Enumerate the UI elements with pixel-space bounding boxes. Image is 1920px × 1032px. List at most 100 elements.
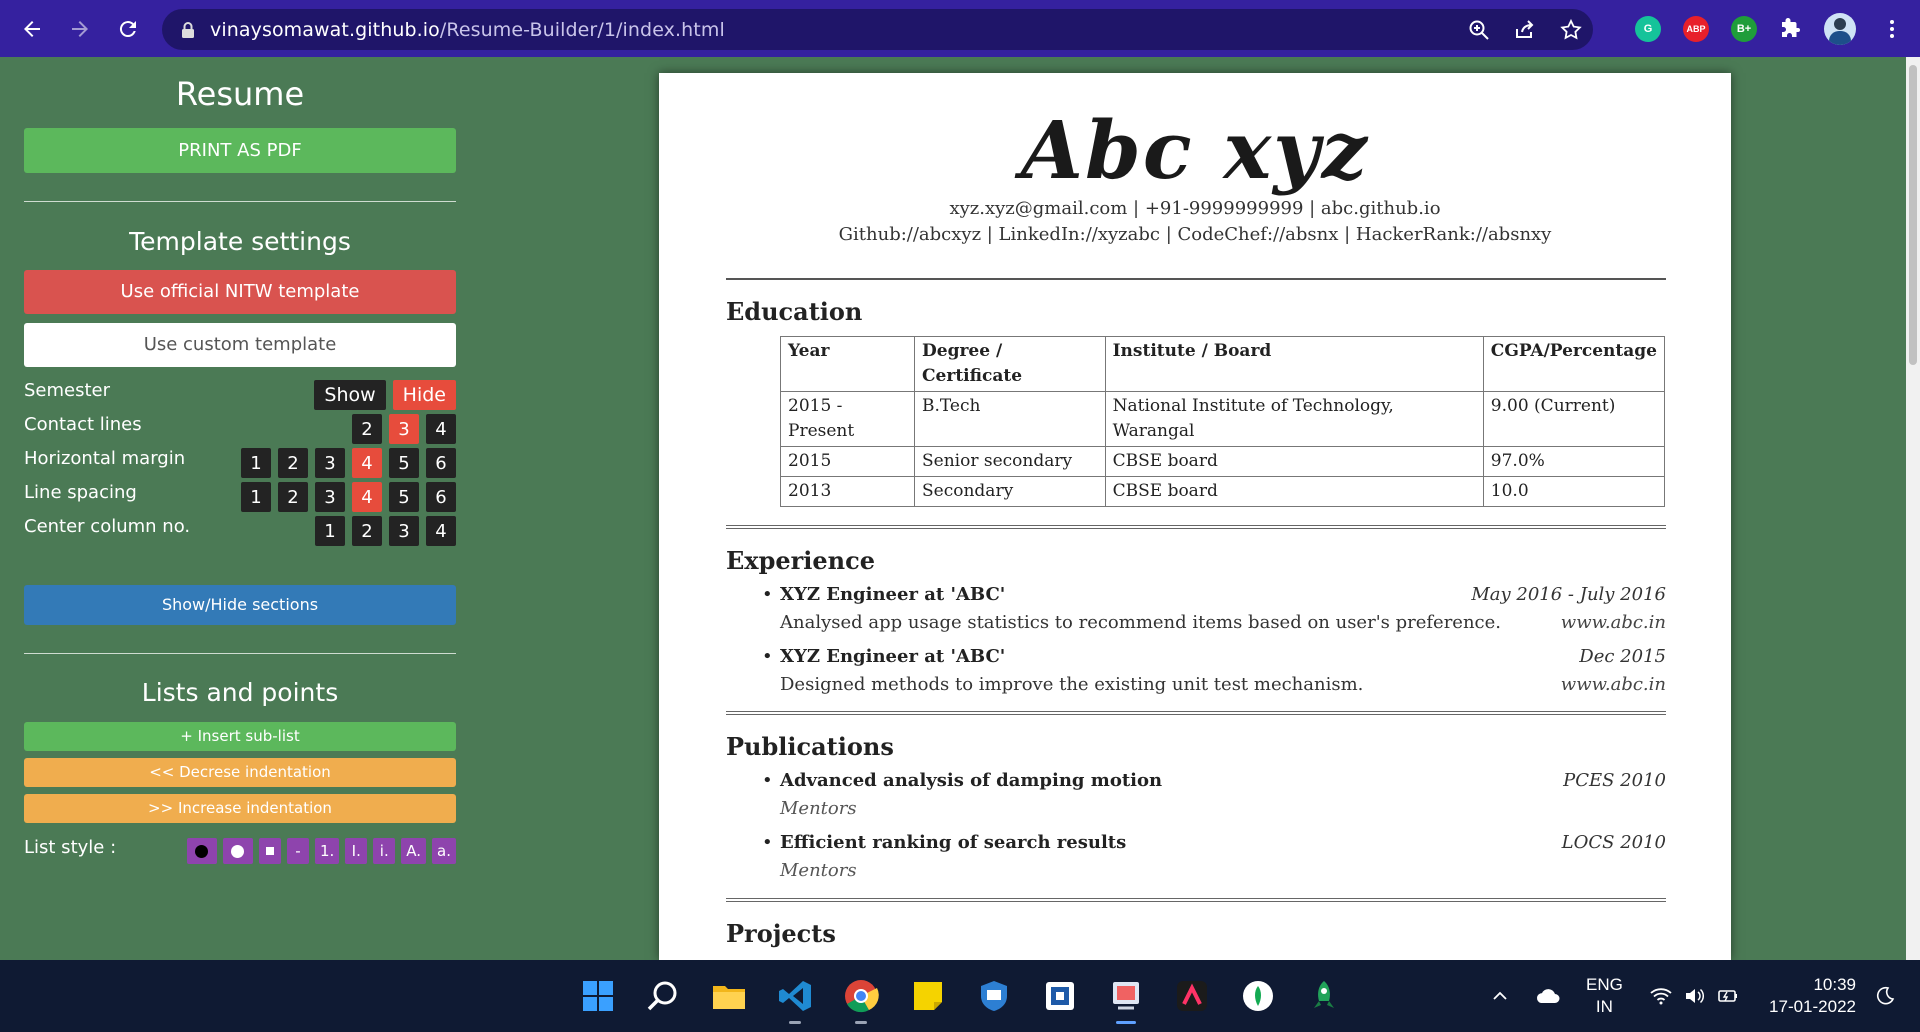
extensions-puzzle-icon[interactable] — [1778, 14, 1802, 44]
list-style-disc-button[interactable] — [186, 838, 217, 864]
address-bar[interactable]: vinaysomawat.github.io/Resume-Builder/1/… — [162, 9, 1593, 50]
contact-lines-4-button[interactable]: 4 — [426, 414, 456, 444]
spacing-5-button[interactable]: 5 — [389, 482, 419, 512]
file-explorer-icon[interactable] — [709, 976, 749, 1016]
col-year[interactable]: Year — [779, 336, 916, 392]
search-icon[interactable] — [643, 976, 683, 1016]
hmargin-1-button[interactable]: 1 — [241, 448, 271, 478]
spacing-4-button[interactable]: 4 — [352, 482, 382, 512]
center-col-4-button[interactable]: 4 — [426, 516, 456, 546]
custom-template-button[interactable]: Use custom template — [24, 323, 456, 367]
table-cell[interactable]: 2015 - Present — [779, 391, 916, 447]
onedrive-cloud-icon[interactable] — [1535, 960, 1561, 1032]
publication-item[interactable]: • Efficient ranking of search results Me… — [726, 832, 1666, 888]
decrease-indentation-button[interactable]: << Decrese indentation — [24, 758, 456, 787]
semester-show-button[interactable]: Show — [314, 380, 386, 410]
back-button[interactable] — [14, 11, 50, 47]
hmargin-4-button[interactable]: 4 — [352, 448, 382, 478]
chrome-icon[interactable] — [841, 976, 881, 1024]
publication-item[interactable]: • Advanced analysis of damping motion Me… — [726, 770, 1666, 826]
contact-line-1[interactable]: xyz.xyz@gmail.com | +91-9999999999 | abc… — [659, 198, 1731, 219]
spacing-3-button[interactable]: 3 — [315, 482, 345, 512]
table-cell[interactable]: 97.0% — [1482, 446, 1666, 477]
list-style-circle-button[interactable] — [222, 838, 253, 864]
contact-line-2[interactable]: Github://abcxyz | LinkedIn://xyzabc | Co… — [659, 224, 1731, 245]
security-icon[interactable] — [974, 976, 1014, 1016]
running-indicator — [855, 1021, 867, 1024]
experience-item[interactable]: • XYZ Engineer at 'ABC' Analysed app usa… — [726, 584, 1666, 640]
vscode-icon[interactable] — [775, 976, 815, 1024]
sticky-notes-icon[interactable] — [908, 976, 948, 1016]
increase-indentation-button[interactable]: >> Increase indentation — [24, 794, 456, 823]
table-cell[interactable]: 2015 — [779, 446, 916, 477]
bplus-extension-icon[interactable]: B+ — [1731, 14, 1757, 44]
reload-button[interactable] — [110, 11, 146, 47]
publications-heading[interactable]: Publications — [726, 732, 894, 761]
rocket-app-icon[interactable] — [1304, 976, 1344, 1016]
snipping-tool-icon[interactable] — [1106, 976, 1146, 1024]
projects-heading[interactable]: Projects — [726, 919, 836, 948]
forward-button[interactable] — [62, 11, 98, 47]
resume-name[interactable]: Abc xyz — [659, 103, 1731, 197]
nitw-template-button[interactable]: Use official NITW template — [24, 270, 456, 314]
language-indicator[interactable]: ENG IN — [1586, 960, 1623, 1032]
windows-start-icon[interactable] — [578, 976, 618, 1016]
zoom-icon[interactable] — [1467, 18, 1491, 42]
table-cell[interactable]: Secondary — [914, 476, 1106, 507]
show-hidden-icons-button[interactable] — [1490, 960, 1510, 1032]
col-institute[interactable]: Institute / Board — [1104, 336, 1484, 392]
lists-title: Lists and points — [141, 678, 339, 707]
browser-menu-icon[interactable] — [1880, 14, 1904, 44]
table-cell[interactable]: National Institute of Technology, Warang… — [1104, 391, 1484, 447]
mongodb-compass-icon[interactable] — [1238, 976, 1278, 1016]
list-style-lower-alpha-button[interactable]: a. — [432, 838, 456, 864]
hmargin-2-button[interactable]: 2 — [278, 448, 308, 478]
media-app-icon[interactable] — [1172, 976, 1212, 1016]
bookmark-star-icon[interactable] — [1559, 18, 1583, 42]
list-style-decimal-button[interactable]: 1. — [314, 838, 340, 864]
app-window-icon[interactable] — [1040, 976, 1080, 1016]
contact-lines-2-button[interactable]: 2 — [352, 414, 382, 444]
list-style-upper-roman-button[interactable]: I. — [345, 838, 368, 864]
scrollbar-thumb[interactable] — [1909, 65, 1917, 365]
hmargin-5-button[interactable]: 5 — [389, 448, 419, 478]
experience-heading[interactable]: Experience — [726, 546, 875, 575]
spacing-2-button[interactable]: 2 — [278, 482, 308, 512]
experience-item[interactable]: • XYZ Engineer at 'ABC' Designed methods… — [726, 646, 1666, 702]
resume-page[interactable]: Abc xyz xyz.xyz@gmail.com | +91-99999999… — [659, 73, 1731, 960]
list-style-upper-alpha-button[interactable]: A. — [401, 838, 427, 864]
spacing-6-button[interactable]: 6 — [426, 482, 456, 512]
system-status-icons[interactable] — [1650, 960, 1740, 1032]
education-heading[interactable]: Education — [726, 297, 862, 326]
spacing-1-button[interactable]: 1 — [241, 482, 271, 512]
clock[interactable]: 10:39 17-01-2022 — [1760, 960, 1856, 1032]
profile-avatar[interactable] — [1824, 13, 1856, 45]
center-col-1-button[interactable]: 1 — [315, 516, 345, 546]
col-cgpa[interactable]: CGPA/Percentage — [1482, 336, 1666, 392]
col-degree[interactable]: Degree / Certificate — [914, 336, 1106, 392]
list-style-square-button[interactable] — [258, 838, 281, 864]
table-cell[interactable]: Senior secondary — [914, 446, 1106, 477]
center-col-3-button[interactable]: 3 — [389, 516, 419, 546]
grammarly-extension-icon[interactable]: G — [1635, 14, 1661, 44]
table-cell[interactable]: B.Tech — [914, 391, 1106, 447]
table-cell[interactable]: 10.0 — [1482, 476, 1666, 507]
table-cell[interactable]: CBSE board — [1104, 476, 1484, 507]
notifications-icon[interactable] — [1874, 960, 1896, 1032]
table-cell[interactable]: 2013 — [779, 476, 916, 507]
hmargin-6-button[interactable]: 6 — [426, 448, 456, 478]
page-scrollbar[interactable] — [1906, 57, 1920, 960]
insert-sublist-button[interactable]: + Insert sub-list — [24, 722, 456, 751]
center-col-2-button[interactable]: 2 — [352, 516, 382, 546]
print-pdf-button[interactable]: PRINT AS PDF — [24, 128, 456, 173]
contact-lines-3-button[interactable]: 3 — [389, 414, 419, 444]
show-hide-sections-button[interactable]: Show/Hide sections — [24, 585, 456, 625]
table-cell[interactable]: 9.00 (Current) — [1482, 391, 1666, 447]
share-icon[interactable] — [1513, 18, 1537, 42]
table-cell[interactable]: CBSE board — [1104, 446, 1484, 477]
list-style-dash-button[interactable]: - — [286, 838, 309, 864]
hmargin-3-button[interactable]: 3 — [315, 448, 345, 478]
adblock-extension-icon[interactable]: ABP — [1683, 14, 1709, 44]
list-style-lower-roman-button[interactable]: i. — [373, 838, 396, 864]
semester-hide-button[interactable]: Hide — [392, 380, 456, 410]
